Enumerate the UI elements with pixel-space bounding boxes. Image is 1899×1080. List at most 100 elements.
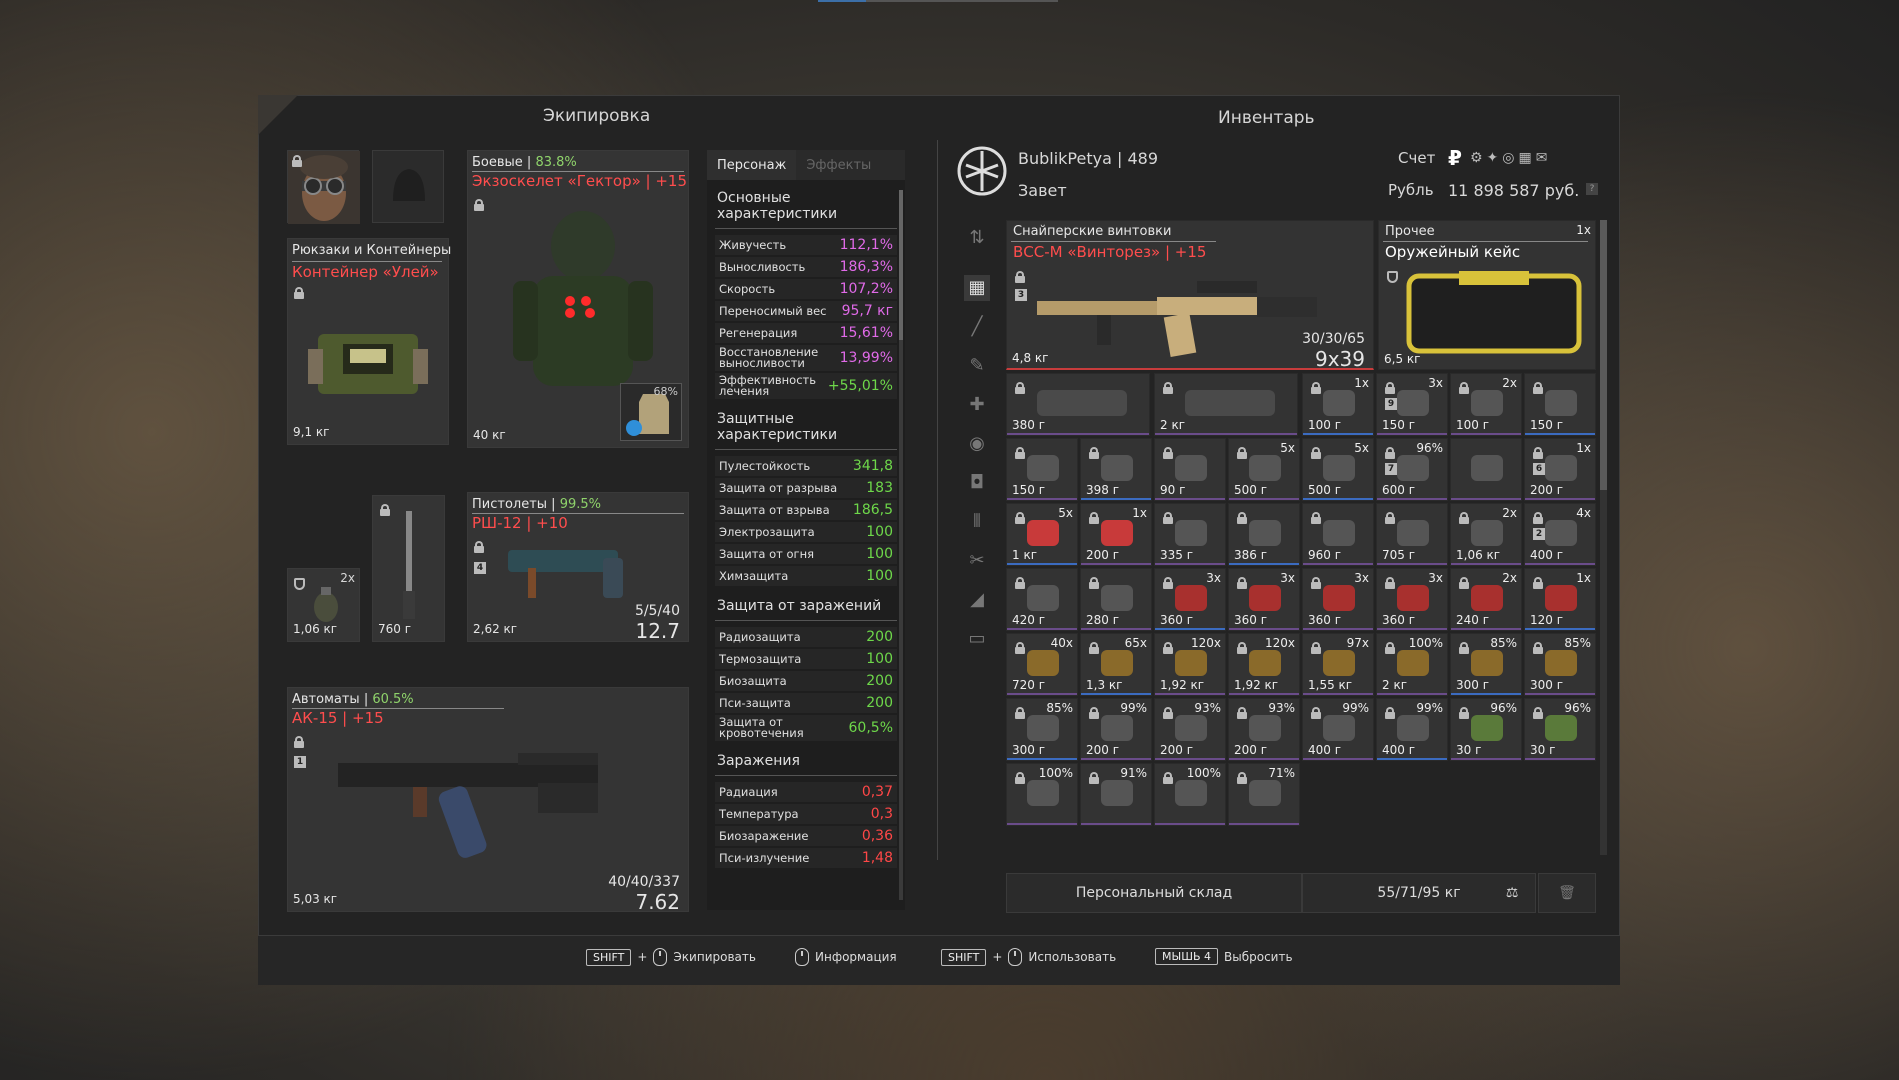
item-weight: 500 г xyxy=(1308,483,1342,497)
inventory-item[interactable]: 1,06 кг 2x xyxy=(1450,503,1522,566)
item-icon xyxy=(1471,455,1503,481)
plus-sign: + xyxy=(992,950,1003,964)
inventory-item[interactable]: 1,92 кг 120x xyxy=(1228,633,1300,696)
avatar[interactable] xyxy=(287,150,360,224)
inventory-item[interactable]: 2 кг xyxy=(1154,373,1298,436)
sort-icon[interactable]: ⇅ xyxy=(964,225,990,251)
inventory-item[interactable]: 386 г xyxy=(1228,503,1300,566)
stat-label: Защита от огня xyxy=(719,546,815,561)
grenade-slot[interactable]: 2x 1,06 кг xyxy=(287,568,360,642)
item-icon xyxy=(1249,715,1281,741)
pistol-slot[interactable]: Пистолеты | 99.5% РШ-12 | +10 4 5/5/40 1… xyxy=(467,492,689,643)
inventory-item[interactable]: 360 г 3x xyxy=(1376,568,1448,631)
inventory-item[interactable]: 2 кг 100% xyxy=(1376,633,1448,696)
inventory-item[interactable]: 1 кг 5x xyxy=(1006,503,1078,566)
inventory-item[interactable]: 200 г 93% xyxy=(1154,698,1226,761)
lock-icon xyxy=(1015,642,1025,654)
inventory-item[interactable]: 30 г 96% xyxy=(1524,698,1596,761)
lock-icon xyxy=(474,541,484,553)
ammo-filter-icon[interactable]: ⦀ xyxy=(964,509,990,535)
inventory-item[interactable]: 500 г 5x xyxy=(1302,438,1374,501)
inventory-item[interactable]: 120 г 1x xyxy=(1524,568,1596,631)
inventory-item[interactable]: 300 г 85% xyxy=(1524,633,1596,696)
trash-button[interactable]: 🗑 xyxy=(1538,873,1596,913)
melee-slot[interactable]: 760 г xyxy=(372,495,445,642)
inventory-item[interactable]: 1,55 кг 97x xyxy=(1302,633,1374,696)
inventory-item[interactable]: 335 г xyxy=(1154,503,1226,566)
inventory-item[interactable]: 100 г 1x xyxy=(1302,373,1374,436)
inventory-item[interactable]: 398 г xyxy=(1080,438,1152,501)
grid-view-icon[interactable]: ▦ xyxy=(964,275,990,301)
pistol-name: РШ-12 | +10 xyxy=(472,514,568,532)
inventory-item[interactable]: 720 г 40x xyxy=(1006,633,1078,696)
backpack-slot[interactable]: Рюкзаки и Контейнеры Контейнер «Улей» 9,… xyxy=(287,238,451,445)
tools-filter-icon[interactable]: ✂ xyxy=(964,548,990,574)
helmet-slot[interactable] xyxy=(372,150,444,223)
inventory-item[interactable]: 200 г 93% xyxy=(1228,698,1300,761)
inventory-item[interactable]: 960 г xyxy=(1302,503,1374,566)
help-icon[interactable]: ? xyxy=(1586,183,1598,195)
inventory-item[interactable]: 600 г 96% 7 xyxy=(1376,438,1448,501)
rarity-bar xyxy=(1081,758,1151,760)
inventory-item[interactable]: 240 г 2x xyxy=(1450,568,1522,631)
item-count: 99% xyxy=(1342,701,1369,715)
inventory-item[interactable]: 360 г 3x xyxy=(1228,568,1300,631)
item-slot-number: 7 xyxy=(1385,463,1397,475)
weapon-filter-icon[interactable]: ╱ xyxy=(964,314,990,340)
inventory-item[interactable]: 150 г 3x 9 xyxy=(1376,373,1448,436)
armor-filter-icon[interactable]: ◉ xyxy=(964,431,990,457)
inventory-item[interactable]: 300 г 85% xyxy=(1006,698,1078,761)
armor-plate-slot[interactable]: 68% xyxy=(620,383,682,441)
lock-icon xyxy=(1089,577,1099,589)
inventory-item[interactable]: 360 г 3x xyxy=(1302,568,1374,631)
inventory-item[interactable]: 705 г xyxy=(1376,503,1448,566)
item-weight: 2 кг xyxy=(1160,418,1186,432)
inventory-item[interactable]: 150 г xyxy=(1524,373,1596,436)
inventory-item[interactable]: 360 г 3x xyxy=(1154,568,1226,631)
container-filter-icon[interactable]: ▭ xyxy=(964,626,990,652)
inventory-item[interactable]: 1,3 кг 65x xyxy=(1080,633,1152,696)
item-icon xyxy=(1027,715,1059,741)
inventory-item[interactable]: 280 г xyxy=(1080,568,1152,631)
artifact-filter-icon[interactable]: ◘ xyxy=(964,470,990,496)
inventory-item[interactable]: 500 г 5x xyxy=(1228,438,1300,501)
melee-filter-icon[interactable]: ✎ xyxy=(964,353,990,379)
inventory-item[interactable]: 100% xyxy=(1006,763,1078,826)
item-weight: 360 г xyxy=(1308,613,1342,627)
inventory-item[interactable]: 100% xyxy=(1154,763,1226,826)
inventory-item[interactable]: 400 г 99% xyxy=(1302,698,1374,761)
inventory-item[interactable]: 300 г 85% xyxy=(1450,633,1522,696)
tab-effects[interactable]: Эффекты xyxy=(796,150,881,180)
inventory-item[interactable]: 200 г 1x xyxy=(1080,503,1152,566)
lock-icon xyxy=(1311,512,1321,524)
armor-slot[interactable]: Боевые | 83.8% Экзоскелет «Гектор» | +15… xyxy=(467,150,689,448)
top-progress-bar xyxy=(818,0,1058,2)
inventory-item[interactable]: 200 г 99% xyxy=(1080,698,1152,761)
inventory-item[interactable]: 380 г xyxy=(1006,373,1150,436)
inventory-item[interactable]: 71% xyxy=(1228,763,1300,826)
inventory-item[interactable]: 90 г xyxy=(1154,438,1226,501)
inventory-item[interactable]: 150 г xyxy=(1006,438,1078,501)
sniper-rifle-item[interactable]: Снайперские винтовки ВСС-М «Винторез» | … xyxy=(1006,220,1374,370)
inventory-item[interactable] xyxy=(1450,438,1522,501)
inventory-item[interactable]: 100 г 2x xyxy=(1450,373,1522,436)
stats-scrollbar[interactable] xyxy=(899,190,903,900)
item-weight: 360 г xyxy=(1234,613,1268,627)
inventory-item[interactable]: 30 г 96% xyxy=(1450,698,1522,761)
inventory-item[interactable]: 200 г 1x 6 xyxy=(1524,438,1596,501)
misc-filter-icon[interactable]: ◢ xyxy=(964,587,990,613)
rifle-slot[interactable]: Автоматы | 60.5% АК-15 | +15 1 40/40/337… xyxy=(287,687,689,914)
currency-icons[interactable]: ⚙✦◎▦✉ xyxy=(1470,150,1551,166)
inventory-item[interactable]: 400 г 4x 2 xyxy=(1524,503,1596,566)
medkit-filter-icon[interactable]: ✚ xyxy=(964,392,990,418)
inventory-item[interactable]: 420 г xyxy=(1006,568,1078,631)
inventory-item[interactable]: 400 г 99% xyxy=(1376,698,1448,761)
tab-character[interactable]: Персонаж xyxy=(707,150,797,180)
inventory-item[interactable]: 91% xyxy=(1080,763,1152,826)
ruble-icon[interactable]: ₽ xyxy=(1448,146,1462,170)
weapon-case-item[interactable]: Прочее 1x Оружейный кейс 6,5 кг xyxy=(1378,220,1596,370)
inventory-scrollbar[interactable] xyxy=(1600,220,1607,855)
item-count: 120x xyxy=(1190,636,1221,650)
inventory-item[interactable]: 1,92 кг 120x xyxy=(1154,633,1226,696)
personal-stash-button[interactable]: Персональный склад xyxy=(1006,873,1302,913)
